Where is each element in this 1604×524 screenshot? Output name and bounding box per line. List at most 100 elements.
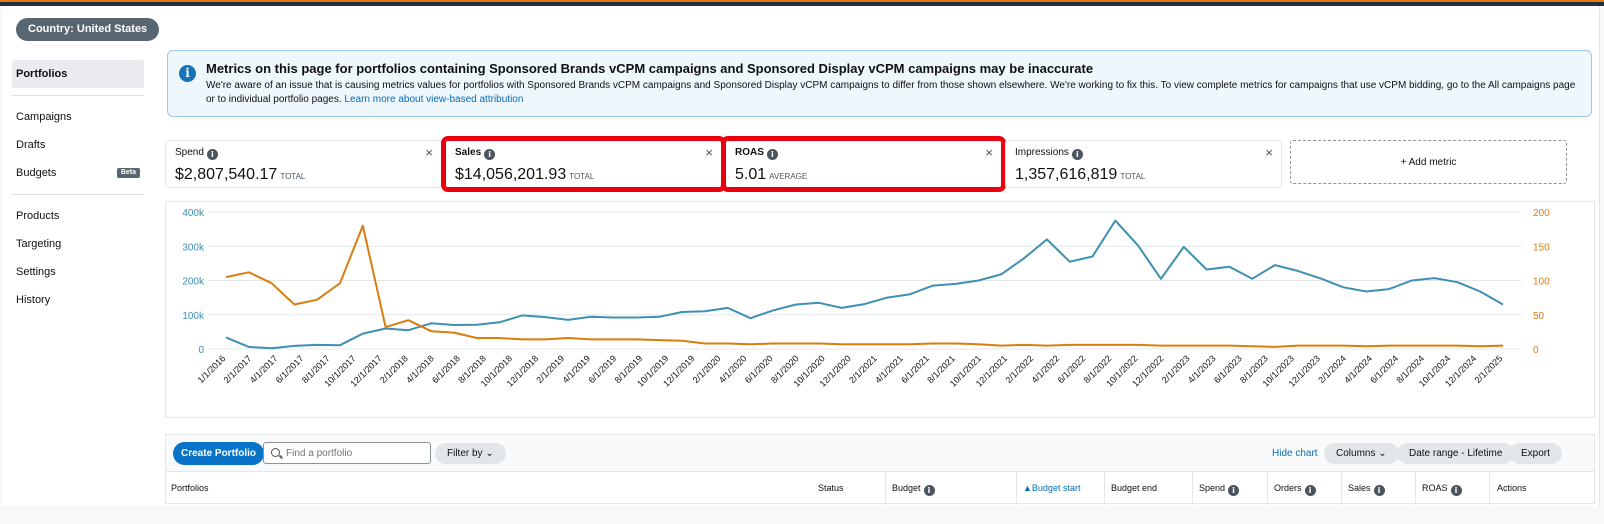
impressions-metric-card[interactable]: Impressions i 1,357,616,819 TOTAL × bbox=[1005, 140, 1282, 188]
metric-label: Impressions bbox=[1015, 147, 1069, 158]
right-axis-tick-label: 150 bbox=[1533, 242, 1550, 253]
info-icon[interactable]: i bbox=[1373, 485, 1385, 496]
sidebar-item-settings[interactable]: Settings bbox=[12, 258, 144, 286]
portfolio-search[interactable] bbox=[263, 442, 431, 464]
hide-chart-link[interactable]: Hide chart bbox=[1272, 448, 1318, 459]
metric-unit: TOTAL bbox=[569, 172, 595, 181]
roas-metric-card[interactable]: ROAS i 5.01 AVERAGE × bbox=[721, 136, 1006, 192]
right-axis-tick-label: 50 bbox=[1533, 311, 1545, 322]
sidebar-item-campaigns[interactable]: Campaigns bbox=[12, 103, 144, 131]
info-icon[interactable]: i bbox=[1228, 485, 1240, 496]
column-divider bbox=[1016, 472, 1017, 505]
filter-label: Filter by bbox=[447, 448, 483, 459]
left-axis-tick-label: 400k bbox=[182, 208, 205, 219]
column-divider bbox=[1192, 472, 1193, 505]
sidebar-item-portfolios[interactable]: Portfolios bbox=[12, 60, 144, 88]
column-header-status[interactable]: Status bbox=[818, 472, 844, 505]
column-header-orders[interactable]: Orders i bbox=[1274, 472, 1316, 505]
attribution-link[interactable]: Learn more about view-based attribution bbox=[344, 94, 523, 105]
metric-value: $2,807,540.17 bbox=[175, 166, 278, 183]
right-axis-tick-label: 0 bbox=[1533, 345, 1539, 356]
x-axis-tick-label: 2/1/2025 bbox=[1473, 353, 1505, 385]
sidebar-divider bbox=[12, 95, 144, 96]
column-label: Sales bbox=[1348, 483, 1371, 493]
column-header-portfolios[interactable]: Portfolios bbox=[171, 472, 209, 505]
sidebar-divider bbox=[12, 194, 144, 195]
add-metric-button[interactable]: + Add metric bbox=[1290, 140, 1567, 184]
info-icon[interactable]: i bbox=[766, 149, 778, 160]
chevron-down-icon: ⌄ bbox=[1378, 448, 1387, 459]
metric-unit: AVERAGE bbox=[769, 172, 808, 181]
sidebar-item-products[interactable]: Products bbox=[12, 202, 144, 230]
info-icon[interactable]: i bbox=[1071, 149, 1083, 160]
column-header-budget[interactable]: Budget i bbox=[892, 472, 935, 505]
banner-title: Metrics on this page for portfolios cont… bbox=[206, 61, 1094, 76]
info-icon[interactable]: i bbox=[1450, 485, 1462, 496]
metric-label: Spend bbox=[175, 147, 204, 158]
info-icon[interactable]: i bbox=[206, 149, 218, 160]
right-axis-tick-label: 100 bbox=[1533, 277, 1550, 288]
table-header: Portfolios Status Budget i ▲Budget start … bbox=[165, 471, 1595, 505]
metric-value: $14,056,201.93 bbox=[455, 166, 567, 183]
date-range-button[interactable]: Date range - Lifetime bbox=[1397, 443, 1515, 464]
close-icon[interactable]: × bbox=[985, 146, 993, 159]
sidebar-item-budgets[interactable]: Budgets Beta bbox=[12, 159, 144, 187]
metric-unit: TOTAL bbox=[280, 172, 306, 181]
country-selector[interactable]: Country: United States bbox=[16, 18, 160, 41]
info-icon[interactable]: i bbox=[1304, 485, 1316, 496]
performance-chart: 0 0 100k 50 200k 100 300k 150 400k 200 1/1/2016 2/1… bbox=[165, 201, 1595, 418]
chart-svg: 0 0100k 50200k 100300k 150400k 2001/1/20162/1… bbox=[182, 208, 1550, 389]
left-axis-tick-label: 200k bbox=[182, 277, 205, 288]
spend-metric-card[interactable]: Spend i $2,807,540.17 TOTAL × bbox=[165, 140, 442, 188]
metric-value: 1,357,616,819 bbox=[1015, 166, 1118, 183]
column-divider bbox=[1267, 472, 1268, 505]
sidebar-item-drafts[interactable]: Drafts bbox=[12, 131, 144, 159]
sidebar-item-targeting[interactable]: Targeting bbox=[12, 230, 144, 258]
info-icon[interactable]: i bbox=[923, 485, 935, 496]
metric-unit: TOTAL bbox=[1120, 172, 1146, 181]
column-header-sales[interactable]: Sales i bbox=[1348, 472, 1385, 505]
column-header-budget-end[interactable]: Budget end bbox=[1111, 472, 1157, 505]
sort-up-icon: ▲ bbox=[1023, 483, 1032, 493]
metric-label: ROAS bbox=[735, 147, 764, 158]
close-icon[interactable]: × bbox=[705, 146, 713, 159]
sales-metric-card[interactable]: Sales i $14,056,201.93 TOTAL × bbox=[441, 136, 726, 192]
metric-value: 5.01 bbox=[735, 166, 767, 183]
portfolio-toolbar: Create Portfolio Filter by ⌄ Hide chart … bbox=[165, 434, 1595, 472]
column-label: ROAS bbox=[1422, 483, 1448, 493]
right-axis-tick-label: 200 bbox=[1533, 208, 1550, 219]
column-divider bbox=[1341, 472, 1342, 505]
column-label: Orders bbox=[1274, 483, 1302, 493]
column-header-budget-start[interactable]: ▲Budget start bbox=[1023, 472, 1080, 505]
column-label: Budget bbox=[892, 483, 921, 493]
column-header-roas[interactable]: ROAS i bbox=[1422, 472, 1462, 505]
banner-text: We're aware of an issue that is causing … bbox=[206, 79, 1576, 107]
close-icon[interactable]: × bbox=[1265, 146, 1273, 159]
columns-dropdown[interactable]: Columns ⌄ bbox=[1324, 443, 1399, 464]
info-icon[interactable]: i bbox=[484, 149, 496, 160]
close-icon[interactable]: × bbox=[425, 146, 433, 159]
info-banner: i Metrics on this page for portfolios co… bbox=[167, 50, 1592, 117]
export-button[interactable]: Export bbox=[1509, 443, 1562, 464]
column-header-actions[interactable]: Actions bbox=[1497, 472, 1527, 505]
beta-badge: Beta bbox=[116, 168, 140, 178]
left-axis-tick-label: 100k bbox=[182, 311, 205, 322]
left-axis-tick-label: 300k bbox=[182, 242, 205, 253]
left-axis-tick-label: 0 bbox=[198, 345, 204, 356]
create-portfolio-button[interactable]: Create Portfolio bbox=[173, 442, 265, 465]
column-divider bbox=[1415, 472, 1416, 505]
search-input[interactable] bbox=[286, 445, 426, 461]
orange-series-line bbox=[225, 224, 1504, 348]
column-label: Budget start bbox=[1031, 483, 1081, 493]
column-divider bbox=[1489, 472, 1490, 505]
filter-by-dropdown[interactable]: Filter by ⌄ bbox=[435, 443, 506, 464]
chevron-down-icon: ⌄ bbox=[485, 448, 494, 459]
column-label: Spend bbox=[1199, 483, 1226, 493]
columns-label: Columns bbox=[1336, 448, 1376, 459]
column-header-spend[interactable]: Spend i bbox=[1199, 472, 1240, 505]
column-divider bbox=[1104, 472, 1105, 505]
sidebar: Portfolios Campaigns Drafts Budgets Beta … bbox=[12, 60, 144, 314]
sidebar-item-history[interactable]: History bbox=[12, 286, 144, 314]
metric-cards: Spend i $2,807,540.17 TOTAL × Sales i $14,0… bbox=[165, 136, 1595, 192]
blue-series-line bbox=[225, 219, 1504, 350]
